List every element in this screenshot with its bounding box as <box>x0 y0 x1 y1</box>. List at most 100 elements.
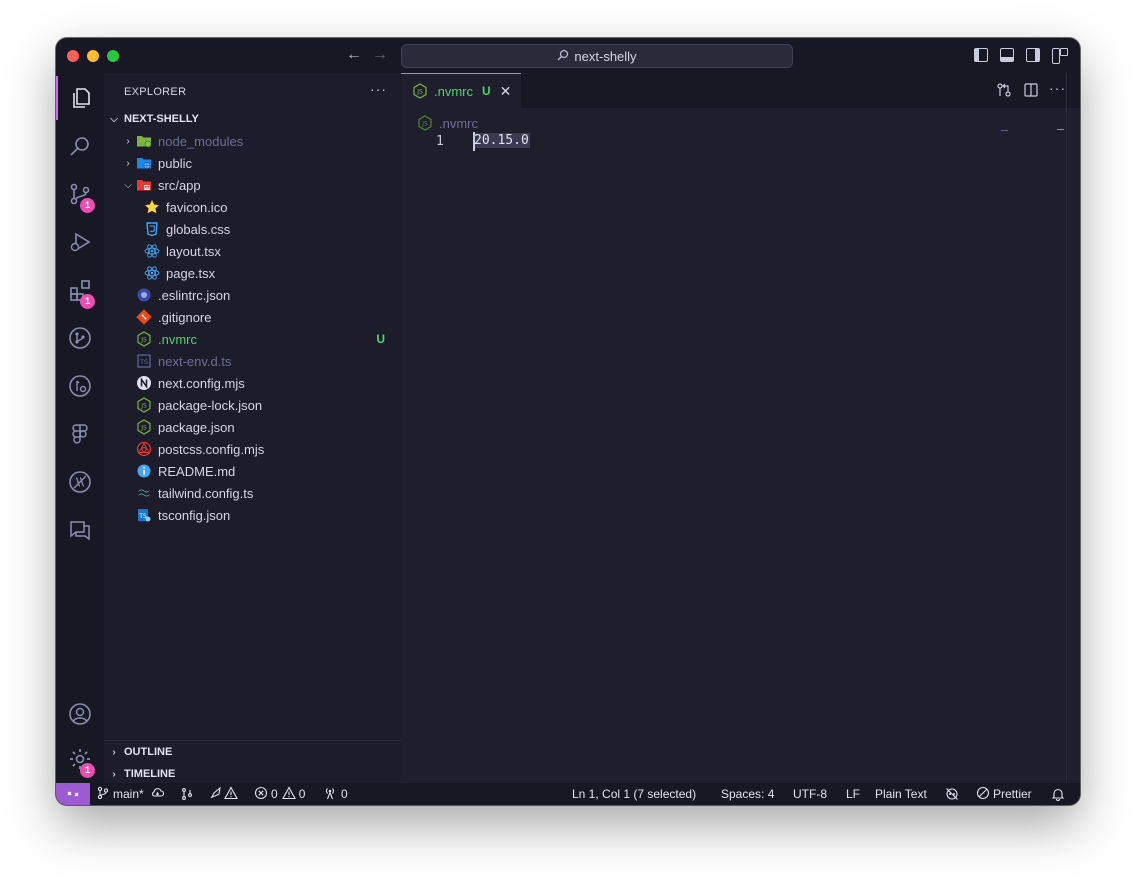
tree-item-tailwind-config[interactable]: tailwind.config.ts <box>104 482 401 504</box>
git-graph-status-icon[interactable] <box>180 783 194 805</box>
tree-item-package-json[interactable]: JS package.json <box>104 416 401 438</box>
search-icon[interactable] <box>56 124 104 168</box>
tree-item-readme[interactable]: README.md <box>104 460 401 482</box>
svg-text:JS: JS <box>416 89 423 96</box>
problems-status[interactable]: 0 0 <box>254 783 305 805</box>
copilot-status-icon[interactable] <box>945 783 959 805</box>
timeline-section-header[interactable]: › TIMELINE <box>104 763 401 785</box>
more-actions-icon[interactable]: ··· <box>370 81 387 97</box>
chevron-right-icon: › <box>126 135 130 147</box>
forward-arrow-icon[interactable]: → <box>372 46 388 64</box>
toggle-panel-icon[interactable] <box>1000 48 1014 62</box>
more-actions-icon[interactable]: ··· <box>1049 80 1066 96</box>
tree-item-label: layout.tsx <box>166 243 221 259</box>
title-bar: ← → next-shelly <box>56 38 1080 73</box>
notifications-bell-icon[interactable] <box>1051 783 1065 805</box>
line-number: 1 <box>436 134 444 149</box>
chevron-down-icon: ⌵ <box>110 113 118 125</box>
tree-item-globals-css[interactable]: globals.css <box>104 218 401 240</box>
remote-indicator-icon[interactable] <box>56 783 90 805</box>
tree-item-node-modules[interactable]: › node_modules <box>104 130 401 152</box>
warning-icon <box>224 785 238 803</box>
tree-item-next-config[interactable]: next.config.mjs <box>104 372 401 394</box>
accounts-icon[interactable] <box>56 692 104 736</box>
cloud-sync-icon[interactable] <box>150 786 164 803</box>
tree-item-postcss-config[interactable]: postcss.config.mjs <box>104 438 401 460</box>
nodejs-icon: JS <box>417 115 433 131</box>
figma-icon[interactable] <box>56 412 104 456</box>
disabled-icon <box>976 786 990 803</box>
ports-count: 0 <box>341 787 348 801</box>
minimap-line <box>1057 129 1064 130</box>
language-mode[interactable]: Plain Text <box>875 783 927 805</box>
window-title: next-shelly <box>574 48 637 64</box>
minimize-window-button[interactable] <box>87 50 99 62</box>
toggle-secondary-sidebar-icon[interactable] <box>1026 48 1040 62</box>
back-arrow-icon[interactable]: ← <box>346 46 362 64</box>
command-center-search[interactable]: next-shelly <box>401 44 793 68</box>
open-changes-icon[interactable] <box>996 82 1012 101</box>
postcss-icon <box>136 441 152 457</box>
toggle-primary-sidebar-icon[interactable] <box>974 48 988 62</box>
tree-item-page-tsx[interactable]: page.tsx <box>104 262 401 284</box>
tree-item-tsconfig[interactable]: TS tsconfig.json <box>104 504 401 526</box>
code-text-selected[interactable]: 20.15.0 <box>473 133 530 148</box>
tree-item-label: .nvmrc <box>158 331 197 347</box>
chevron-right-icon: › <box>126 157 130 169</box>
tree-item-public[interactable]: › public <box>104 152 401 174</box>
overview-ruler-mark <box>1001 130 1008 131</box>
cursor-position[interactable]: Ln 1, Col 1 (7 selected) <box>572 783 696 805</box>
svg-text:JS: JS <box>421 121 428 128</box>
customize-layout-icon[interactable] <box>1052 48 1068 64</box>
close-icon[interactable]: ✕ <box>500 83 512 100</box>
nextjs-icon <box>136 375 152 391</box>
branch-status[interactable]: main* <box>96 783 164 805</box>
tree-item-gitignore[interactable]: .gitignore <box>104 306 401 328</box>
eol-status[interactable]: LF <box>846 783 860 805</box>
tree-item-eslintrc[interactable]: .eslintrc.json <box>104 284 401 306</box>
untracked-badge: U <box>376 332 385 346</box>
git-graph-icon[interactable] <box>56 316 104 360</box>
extensions-icon[interactable]: 1 <box>56 268 104 312</box>
tree-item-package-lock[interactable]: JS package-lock.json <box>104 394 401 416</box>
explorer-icon[interactable] <box>56 76 104 120</box>
encoding-status[interactable]: UTF-8 <box>793 783 827 805</box>
tree-item-src-app[interactable]: ⌵ src/app <box>104 174 401 196</box>
remote-explorer-icon[interactable] <box>56 460 104 504</box>
tree-item-next-env[interactable]: TS next-env.d.ts <box>104 350 401 372</box>
tree-item-layout-tsx[interactable]: layout.tsx <box>104 240 401 262</box>
warning-count: 0 <box>298 787 306 801</box>
pull-requests-icon[interactable] <box>56 364 104 408</box>
project-section-header[interactable]: ⌵ NEXT-SHELLY <box>104 108 401 130</box>
split-editor-icon[interactable] <box>1023 82 1039 101</box>
maximize-window-button[interactable] <box>107 50 119 62</box>
tree-item-label: postcss.config.mjs <box>158 441 265 457</box>
deploy-status[interactable] <box>209 783 238 805</box>
close-window-button[interactable] <box>67 50 79 62</box>
tree-item-nvmrc[interactable]: JS .nvmrc U <box>104 328 401 350</box>
info-icon <box>136 463 152 479</box>
status-bar: main* 0 0 0 Ln 1, Col 1 (7 selected) Spa… <box>56 783 1080 805</box>
breadcrumb[interactable]: JS .nvmrc <box>417 113 478 133</box>
breadcrumb-file: .nvmrc <box>439 115 478 131</box>
code-line[interactable]: 1 20.15.0 <box>401 132 1080 152</box>
sidebar-bottom-sections: › OUTLINE › TIMELINE <box>104 740 401 785</box>
error-count: 0 <box>271 787 278 801</box>
scrollbar-track[interactable] <box>1066 73 1067 783</box>
folder-public-icon <box>136 155 152 171</box>
run-debug-icon[interactable] <box>56 220 104 264</box>
extensions-badge: 1 <box>80 294 95 309</box>
outline-section-header[interactable]: › OUTLINE <box>104 741 401 763</box>
tree-item-favicon[interactable]: favicon.ico <box>104 196 401 218</box>
tsconfig-icon: TS <box>136 507 152 523</box>
source-control-icon[interactable]: 1 <box>56 172 104 216</box>
chevron-right-icon: › <box>112 768 116 780</box>
settings-gear-icon[interactable]: 1 <box>56 737 104 781</box>
tree-item-label: next.config.mjs <box>158 375 245 391</box>
svg-text:JS: JS <box>140 425 147 432</box>
ports-status[interactable]: 0 <box>323 783 348 805</box>
prettier-status[interactable]: Prettier <box>976 783 1032 805</box>
tab-nvmrc[interactable]: JS .nvmrc U ✕ <box>401 73 521 108</box>
chat-icon[interactable] <box>56 508 104 552</box>
indentation-status[interactable]: Spaces: 4 <box>721 783 774 805</box>
